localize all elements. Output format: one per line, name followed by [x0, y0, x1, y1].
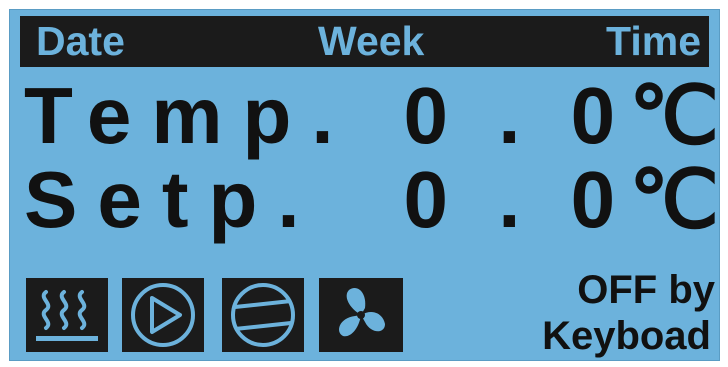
setpoint-reading: 0 . 0℃ [403, 160, 719, 240]
status-line-2: Keyboad [542, 314, 711, 358]
setpoint-value: 0 . 0 [403, 155, 630, 244]
header-bar: Date Week Time [20, 16, 709, 67]
play-icon [122, 278, 204, 352]
compressor-icon [222, 278, 304, 352]
temp-label: Temp. [24, 71, 354, 160]
setpoint-unit: ℃ [629, 155, 719, 244]
setpoint-label: Setp. [24, 155, 320, 244]
lcd-display: Date Week Time Temp. 0 . 0℃ Setp. 0 . 0℃ [9, 9, 720, 361]
date-label: Date [36, 18, 125, 64]
status-line-1: OFF by [577, 268, 715, 312]
fan-icon [319, 278, 403, 352]
heater-icon [26, 278, 108, 352]
time-label: Time [606, 18, 701, 64]
week-label: Week [318, 18, 425, 64]
temp-unit: ℃ [629, 71, 719, 160]
temp-reading: 0 . 0℃ [403, 76, 719, 156]
temp-value: 0 . 0 [403, 71, 630, 160]
